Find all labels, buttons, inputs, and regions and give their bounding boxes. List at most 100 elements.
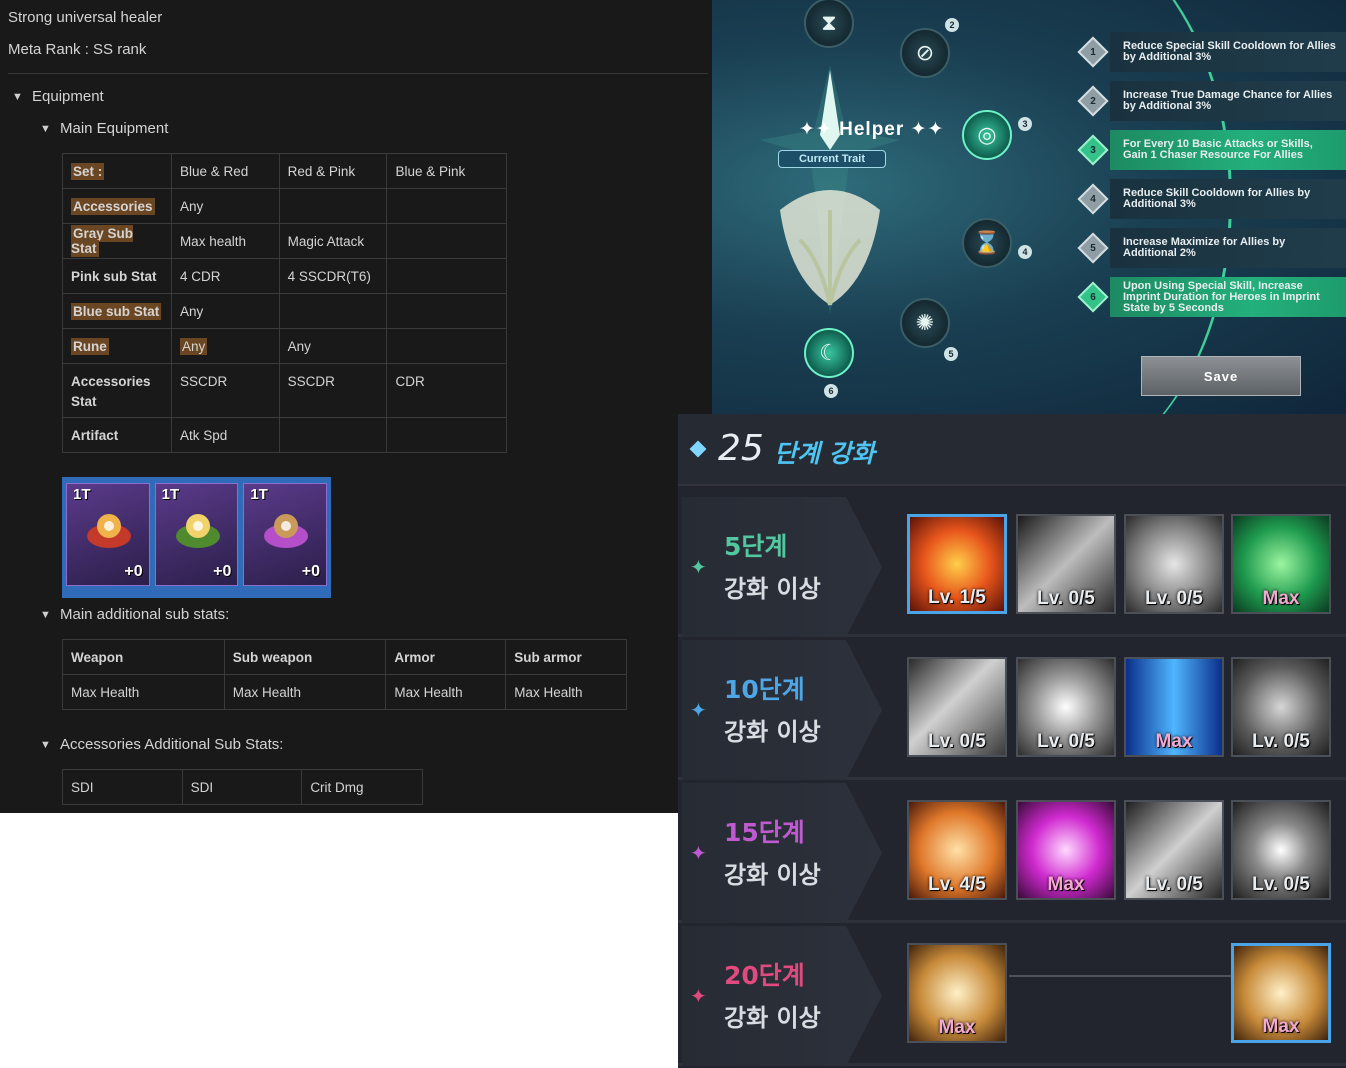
emerald-amulet-icon bbox=[175, 514, 220, 548]
skill-slot[interactable]: Lv. 0/5 bbox=[1124, 800, 1224, 900]
table-cell: Crit Dmg bbox=[301, 769, 423, 805]
toggle-equipment-label: Equipment bbox=[32, 88, 104, 105]
hourglass-icon: ⌛ bbox=[973, 230, 1001, 255]
artifact-card[interactable]: 1T +0 bbox=[154, 483, 239, 586]
table-cell: 4 SSCDR(T6) bbox=[278, 258, 388, 294]
table-cell: Accessories bbox=[62, 188, 172, 224]
trait-option[interactable]: 4 Reduce Skill Cooldown for Allies by Add… bbox=[1077, 179, 1346, 219]
crystal-cart-icon bbox=[264, 514, 309, 548]
ruby-ring-icon bbox=[87, 514, 131, 548]
toggle-accessories-additional[interactable]: ▼ Accessories Additional Sub Stats: bbox=[40, 736, 283, 753]
skill-slot[interactable]: Lv. 0/5 bbox=[1016, 514, 1116, 614]
skill-slot[interactable]: Lv. 0/5 bbox=[1016, 657, 1116, 757]
skill-slot[interactable]: Max bbox=[907, 943, 1007, 1043]
table-cell bbox=[278, 188, 388, 224]
tier-arrow bbox=[682, 497, 882, 637]
skill-level: Lv. 0/5 bbox=[1037, 588, 1095, 609]
cell-text: Any bbox=[287, 338, 311, 354]
toggle-equipment[interactable]: ▼ Equipment bbox=[12, 88, 104, 105]
table-cell: Any bbox=[170, 293, 280, 329]
artifact-enhance: +0 bbox=[124, 563, 143, 580]
divider bbox=[8, 73, 708, 74]
skill-slot[interactable]: Lv. 0/5 bbox=[907, 657, 1007, 757]
skill-level: Max bbox=[1155, 731, 1193, 752]
skill-slot[interactable]: Max bbox=[1016, 800, 1116, 900]
enhancement-panel: 25 단계 강화 ✦ 5단계 강화 이상 Lv. 1/5 Lv. 0/5 Lv. 0/5 M… bbox=[678, 414, 1346, 1068]
table-cell: Red & Pink bbox=[278, 153, 388, 189]
toggle-accessories-additional-label: Accessories Additional Sub Stats: bbox=[60, 736, 284, 753]
tier-sublabel: 강화 이상 bbox=[724, 575, 821, 603]
tier-sublabel: 강화 이상 bbox=[724, 718, 821, 746]
skill-slot[interactable]: Lv. 0/5 bbox=[1124, 514, 1224, 614]
cell-text: Accessories bbox=[71, 197, 155, 215]
trait-option[interactable]: 6 Upon Using Special Skill, Increase Impr… bbox=[1077, 277, 1346, 317]
cell-text: Max health bbox=[179, 233, 246, 249]
trait-node-1[interactable]: ⧗ bbox=[804, 0, 854, 48]
cell-text: 4 SSCDR(T6) bbox=[287, 268, 371, 284]
table-row: Max Health Max Health Max Health Max Health bbox=[62, 674, 627, 710]
skill-slot[interactable]: Lv. 1/5 bbox=[907, 514, 1007, 614]
current-trait-badge: Current Trait bbox=[778, 150, 886, 168]
skill-level: Lv. 0/5 bbox=[1252, 731, 1310, 752]
trait-option[interactable]: 3 For Every 10 Basic Attacks or Skills, G… bbox=[1077, 130, 1346, 170]
trait-text: Reduce Skill Cooldown for Allies by Addi… bbox=[1123, 187, 1311, 210]
skill-level: Max bbox=[938, 1017, 976, 1038]
skill-slot[interactable]: Max bbox=[1231, 514, 1331, 614]
enhancement-title: 단계 강화 bbox=[774, 439, 875, 468]
artifact-tier: 1T bbox=[250, 486, 268, 503]
tier-arrow bbox=[682, 783, 882, 923]
toggle-main-equipment[interactable]: ▼ Main Equipment bbox=[40, 120, 168, 137]
slash-circle-icon: ⊘ bbox=[915, 40, 935, 65]
trait-title: ✦✦ Helper ✦✦ bbox=[799, 119, 945, 140]
table-cell: Max Health bbox=[223, 674, 387, 710]
skill-slot[interactable]: Lv. 0/5 bbox=[1231, 657, 1331, 757]
cell-text: Red & Pink bbox=[287, 163, 356, 179]
accessories-additional-table: SDI SDI Crit Dmg bbox=[62, 769, 423, 805]
table-cell: Set : bbox=[62, 153, 172, 189]
tier-label: 5단계 bbox=[724, 532, 788, 561]
artifact-card[interactable]: 1T +0 bbox=[243, 483, 328, 586]
table-row: Accessories Any bbox=[62, 188, 507, 224]
trait-node-5[interactable]: ✺ bbox=[900, 298, 950, 348]
trait-node-4[interactable]: ⌛ bbox=[962, 218, 1012, 268]
skill-level: Lv. 0/5 bbox=[1145, 588, 1203, 609]
skill-slot[interactable]: Lv. 0/5 bbox=[1231, 800, 1331, 900]
table-cell: Magic Attack bbox=[278, 223, 388, 259]
skill-connector bbox=[1009, 975, 1231, 977]
table-row: Gray Sub Stat Max health Magic Attack bbox=[62, 223, 507, 259]
table-cell bbox=[386, 293, 507, 329]
artifact-card[interactable]: 1T +0 bbox=[66, 483, 150, 586]
cell-text: Accessories Stat bbox=[71, 374, 151, 409]
enhancement-tier: ✦ 20단계 강화 이상 Max Max bbox=[678, 926, 1346, 1066]
trait-option[interactable]: 2 Increase True Damage Chance for Allies … bbox=[1077, 81, 1346, 121]
table-row: Set : Blue & Red Red & Pink Blue & Pink bbox=[62, 153, 507, 189]
enhancement-tier: ✦ 15단계 강화 이상 Lv. 4/5 Max Lv. 0/5 Lv. 0/5 bbox=[678, 783, 1346, 923]
trait-node-6[interactable]: ☾ bbox=[804, 328, 854, 378]
trait-node-3[interactable]: ◎ bbox=[962, 110, 1012, 160]
table-cell: Blue sub Stat bbox=[62, 293, 172, 329]
trait-node-2[interactable]: ⊘ bbox=[900, 28, 950, 78]
cell-text: Blue sub Stat bbox=[71, 302, 162, 320]
trait-option[interactable]: 1 Reduce Special Skill Cooldown for Allie… bbox=[1077, 32, 1346, 72]
cell-text: 4 CDR bbox=[179, 268, 221, 284]
skill-slot[interactable]: Max bbox=[1124, 657, 1224, 757]
save-button[interactable]: Save bbox=[1141, 356, 1301, 396]
table-cell: Max Health bbox=[62, 674, 225, 710]
skill-slot[interactable]: Max bbox=[1231, 943, 1331, 1043]
trait-option[interactable]: 5 Increase Maximize for Allies by Additio… bbox=[1077, 228, 1346, 268]
notes-panel: Strong universal healer Meta Rank : SS r… bbox=[0, 0, 712, 813]
tier-label: 15단계 bbox=[724, 818, 805, 847]
helper-emblem-icon bbox=[760, 65, 900, 315]
skill-level: Lv. 4/5 bbox=[928, 874, 986, 895]
cell-text: Atk Spd bbox=[179, 427, 228, 443]
skill-level: Lv. 0/5 bbox=[1145, 874, 1203, 895]
trait-node-number: 2 bbox=[945, 18, 959, 32]
cell-text: Gray Sub Stat bbox=[71, 225, 134, 257]
artifact-tier: 1T bbox=[73, 486, 91, 503]
skill-level: Lv. 0/5 bbox=[928, 731, 986, 752]
trait-number: 6 bbox=[1090, 291, 1096, 303]
table-cell: Atk Spd bbox=[170, 417, 280, 453]
skill-slot[interactable]: Lv. 4/5 bbox=[907, 800, 1007, 900]
trait-node-number: 4 bbox=[1018, 245, 1032, 259]
toggle-main-additional[interactable]: ▼ Main additional sub stats: bbox=[40, 606, 229, 623]
